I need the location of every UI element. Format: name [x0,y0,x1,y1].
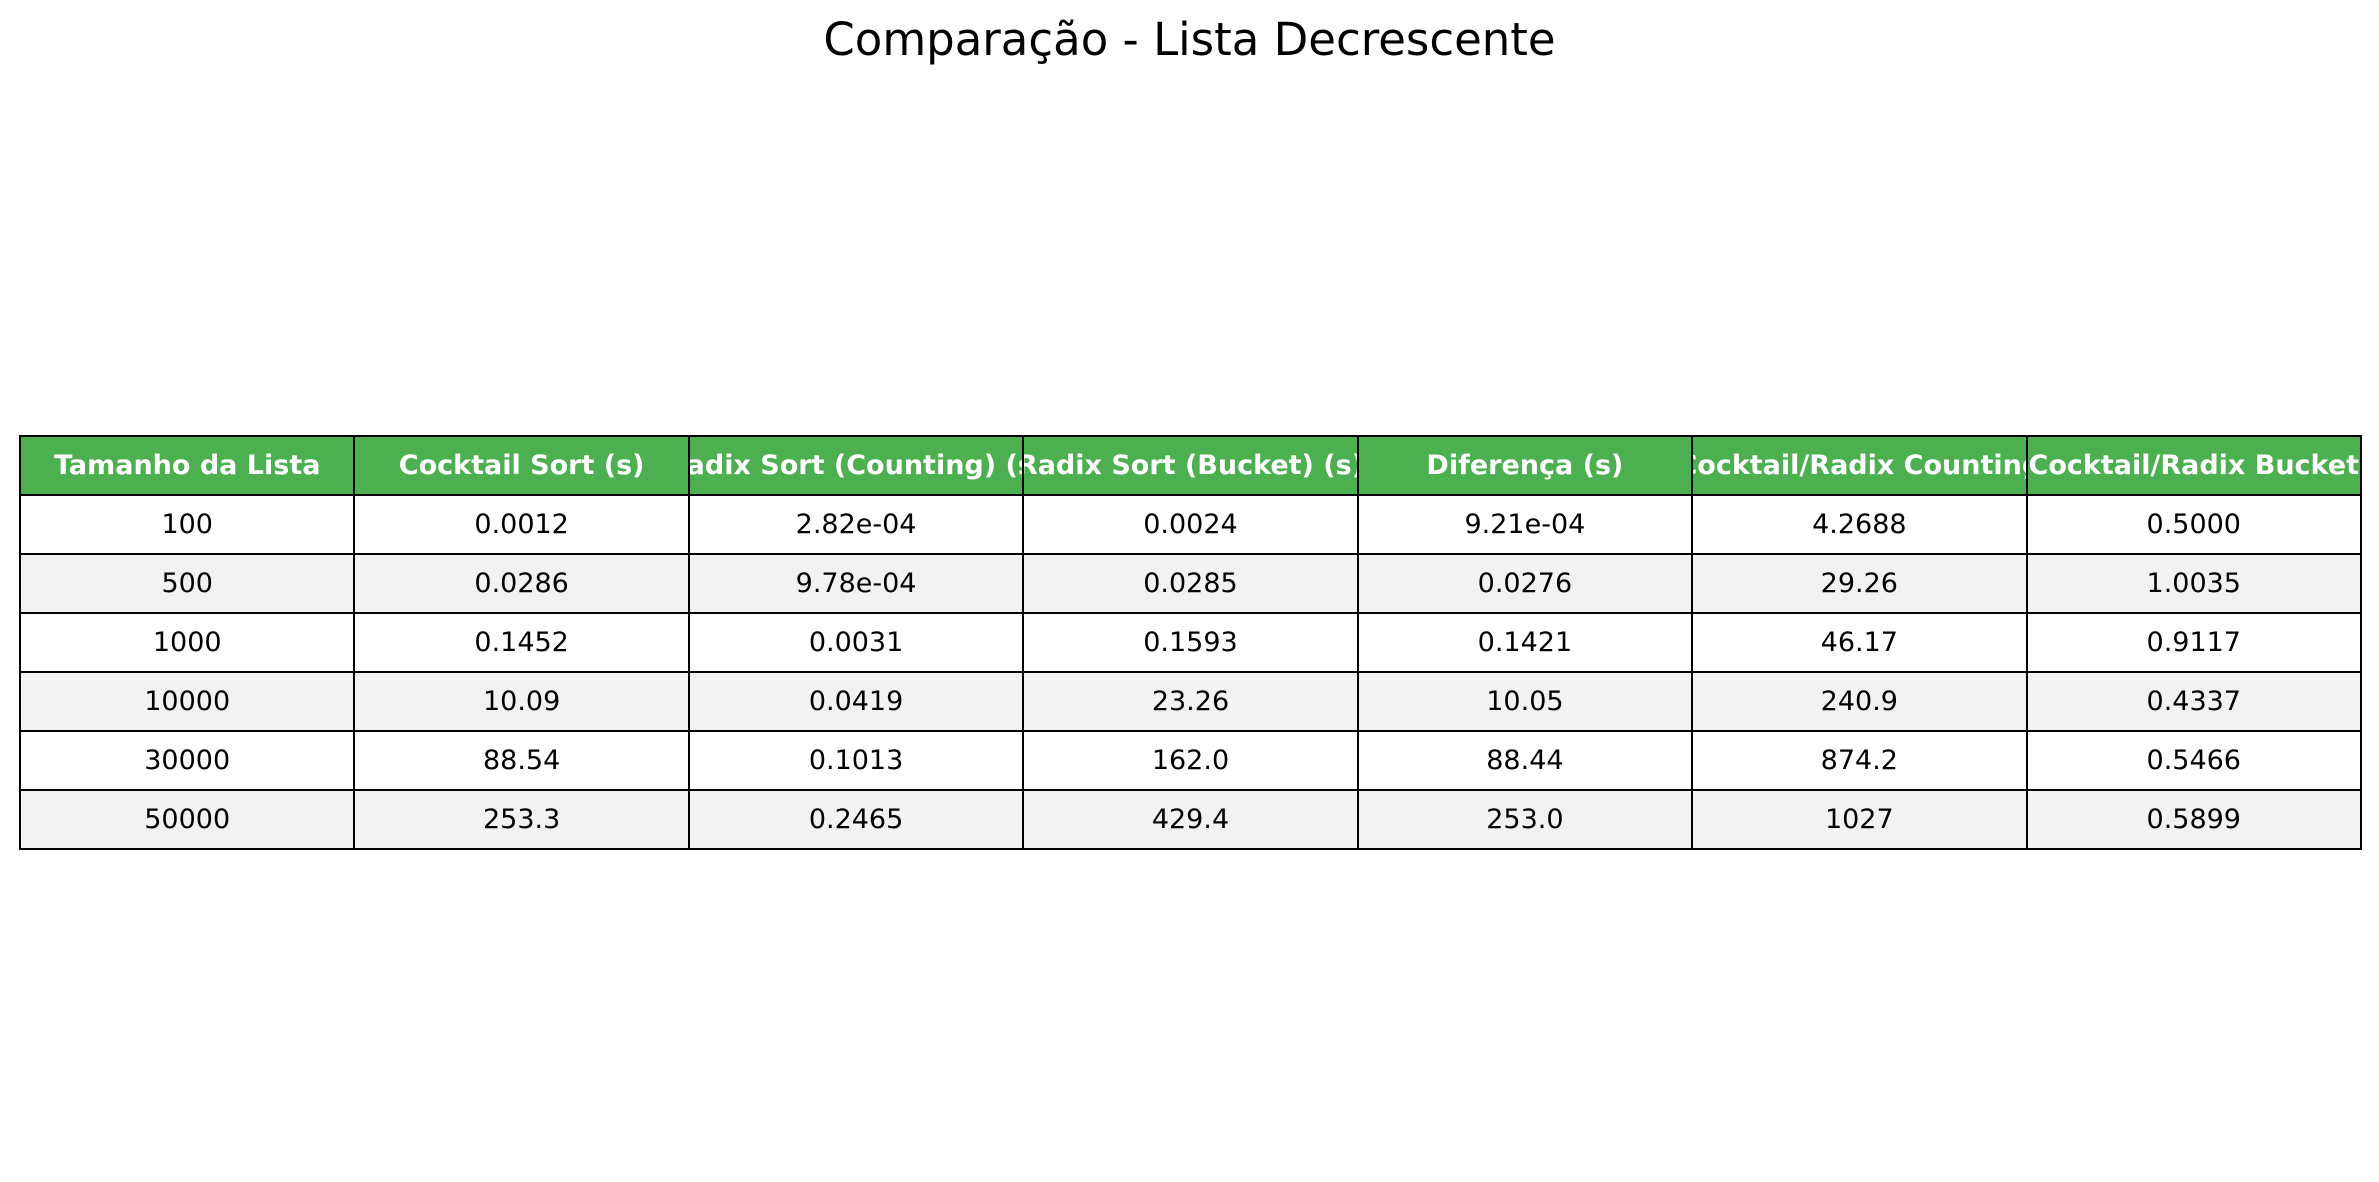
table-cell: 500 [18,553,356,614]
column-header: Radix Sort (Bucket) (s) [1022,435,1359,496]
column-header-label: Cocktail/Radix Bucket [2028,450,2360,481]
table-cell: 88.44 [1356,730,1694,791]
table-cell: 0.0031 [687,612,1025,673]
table-cell: 1000 [18,612,356,673]
data-table: Tamanho da Lista Cocktail Sort (s) Radix S… [18,435,2363,850]
column-header-label: Radix Sort (Bucket) (s) [1024,450,1357,481]
table-cell: 253.0 [1356,789,1694,850]
column-header: Tamanho da Lista [18,435,356,496]
table-cell: 0.4337 [2025,671,2363,732]
table-cell: 253.3 [353,789,690,850]
table-cell: 4.2688 [1691,494,2028,555]
table-cell: 30000 [18,730,356,791]
table-row: 100 0.0012 2.82e-04 0.0024 9.21e-04 4.2688 0.5… [18,494,2363,555]
table-cell: 88.54 [353,730,690,791]
column-header-label: Tamanho da Lista [53,450,321,481]
table-cell: 0.9117 [2025,612,2363,673]
table-cell: 50000 [18,789,356,850]
table-cell: 0.5000 [2025,494,2363,555]
table-cell: 874.2 [1691,730,2028,791]
table-cell: 2.82e-04 [687,494,1025,555]
table-cell: 9.78e-04 [687,553,1025,614]
table-cell: 9.21e-04 [1356,494,1694,555]
table-cell: 0.5466 [2025,730,2363,791]
table-cell: 0.2465 [687,789,1025,850]
table-cell: 0.0419 [687,671,1025,732]
column-header: Cocktail/Radix Bucket [2025,435,2363,496]
table-cell: 46.17 [1691,612,2028,673]
column-header-label: Cocktail/Radix Counting [1693,450,2026,481]
column-header-label: Cocktail Sort (s) [398,450,645,481]
table-row: 30000 88.54 0.1013 162.0 88.44 874.2 0.5466 [18,730,2363,791]
table-cell: 29.26 [1691,553,2028,614]
column-header: Radix Sort (Counting) (s) [687,435,1025,496]
header-row: Tamanho da Lista Cocktail Sort (s) Radix S… [18,435,2363,496]
table-cell: 0.1593 [1022,612,1359,673]
column-header: Diferença (s) [1356,435,1694,496]
table-cell: 1.0035 [2025,553,2363,614]
column-header-label: Diferença (s) [1426,450,1624,481]
table-cell: 429.4 [1022,789,1359,850]
table-cell: 0.1452 [353,612,690,673]
comparison-table: Tamanho da Lista Cocktail Sort (s) Radix S… [18,435,2363,850]
table-cell: 10.05 [1356,671,1694,732]
chart-title: Comparação - Lista Decrescente [823,13,1556,66]
table-row: 50000 253.3 0.2465 429.4 253.0 1027 0.5899 [18,789,2363,850]
table-body: 100 0.0012 2.82e-04 0.0024 9.21e-04 4.2688 0.5… [18,494,2363,850]
table-cell: 240.9 [1691,671,2028,732]
table-cell: 0.5899 [2025,789,2363,850]
table-cell: 10.09 [353,671,690,732]
table-cell: 0.0285 [1022,553,1359,614]
column-header: Cocktail/Radix Counting [1691,435,2028,496]
table-cell: 0.1421 [1356,612,1694,673]
table-row: 1000 0.1452 0.0031 0.1593 0.1421 46.17 0.9117 [18,612,2363,673]
table-cell: 1027 [1691,789,2028,850]
table-row: 500 0.0286 9.78e-04 0.0285 0.0276 29.26 1.0035 [18,553,2363,614]
table-cell: 162.0 [1022,730,1359,791]
table-row: 10000 10.09 0.0419 23.26 10.05 240.9 0.4337 [18,671,2363,732]
column-header: Cocktail Sort (s) [353,435,690,496]
table-cell: 100 [18,494,356,555]
table-cell: 0.0276 [1356,553,1694,614]
table-cell: 0.0024 [1022,494,1359,555]
table-cell: 10000 [18,671,356,732]
column-header-label: Radix Sort (Counting) (s) [691,450,1021,481]
table-cell: 23.26 [1022,671,1359,732]
table-cell: 0.1013 [687,730,1025,791]
table-cell: 0.0286 [353,553,690,614]
table-cell: 0.0012 [353,494,690,555]
